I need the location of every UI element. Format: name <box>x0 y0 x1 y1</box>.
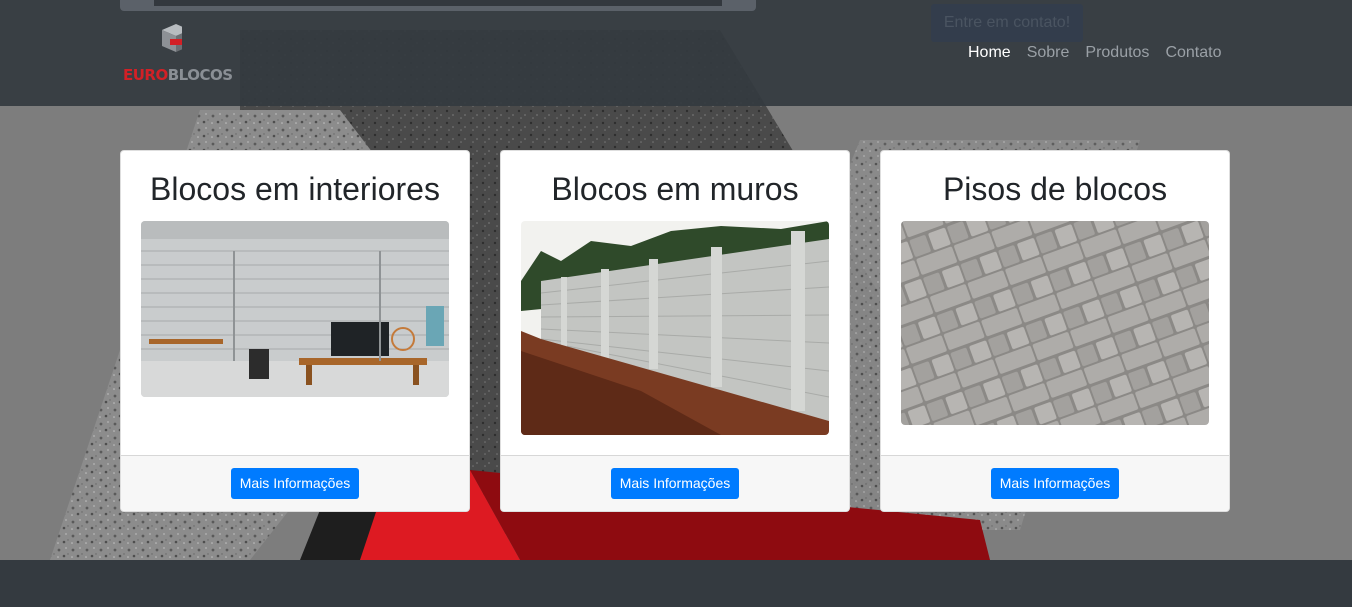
page-footer <box>0 560 1352 607</box>
contact-cta-button[interactable]: Entre em contato! <box>931 4 1083 42</box>
product-card-pisos: Pisos de blocos Mais Informações <box>880 150 1230 512</box>
card-footer: Mais Informações <box>121 455 469 511</box>
more-info-button[interactable]: Mais Informações <box>991 468 1119 499</box>
brand-name-euro: EURO <box>123 66 168 84</box>
brand-wordmark: EUROBLOCOS <box>123 66 233 84</box>
more-info-button[interactable]: Mais Informações <box>231 468 359 499</box>
paver-floor-image <box>901 221 1209 425</box>
card-title: Blocos em interiores <box>150 171 440 207</box>
nav-item-produtos[interactable]: Produtos <box>1085 44 1149 62</box>
more-info-button[interactable]: Mais Informações <box>611 468 739 499</box>
card-footer: Mais Informações <box>501 455 849 511</box>
nav-item-contato[interactable]: Contato <box>1165 44 1221 62</box>
block-wall-image <box>521 221 829 435</box>
card-title: Blocos em muros <box>551 171 799 207</box>
brand-name-blocos: BLOCOS <box>167 66 233 84</box>
card-title: Pisos de blocos <box>942 171 1168 207</box>
main-nav: Home Sobre Produtos Contato <box>968 44 1237 62</box>
nav-item-home[interactable]: Home <box>968 44 1011 62</box>
nav-item-sobre[interactable]: Sobre <box>1027 44 1070 62</box>
product-card-muros: Blocos em muros Mais Informações <box>500 150 850 512</box>
top-banner-strip <box>120 0 756 11</box>
cube-logo-icon <box>162 24 190 52</box>
interior-room-image <box>141 221 449 397</box>
product-card-interiores: Blocos em interiores Mais Informações <box>120 150 470 512</box>
card-footer: Mais Informações <box>881 455 1229 511</box>
